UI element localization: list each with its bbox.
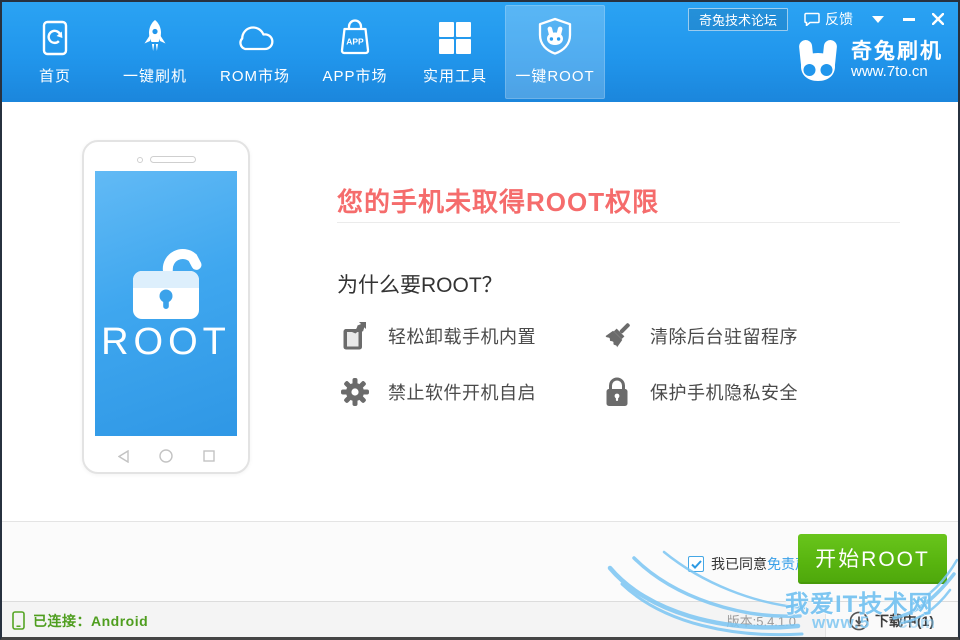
logo-name: 奇兔刷机 [851,40,943,63]
tab-home[interactable]: 首页 [5,5,105,99]
open-lock-icon [116,223,216,329]
tab-flash[interactable]: 一键刷机 [105,5,205,99]
divider [337,222,900,223]
download-button[interactable]: 下载中(1) [825,602,957,639]
tab-rom-market-label: ROM市场 [205,65,305,86]
agree-checkbox[interactable] [688,556,704,572]
root-shield-icon [534,17,576,59]
feature-autostart: 禁止软件开机自启 [339,376,536,408]
rocket-icon [134,17,176,59]
lock-icon [601,376,633,408]
agree-label: 我已同意 [711,554,767,574]
download-circle-icon [849,611,869,631]
tab-rom-market[interactable]: ROM市场 [205,5,305,99]
chevron-down-icon [872,16,884,23]
connected-phone-icon [12,611,25,630]
connection-label: 已连接：Android [33,611,148,631]
forum-button-label: 奇兔技术论坛 [699,10,777,29]
root-status-title: 您的手机未取得ROOT权限 [337,182,659,219]
feature-label: 禁止软件开机自启 [388,379,536,405]
android-home-icon [159,449,173,463]
tab-tools-label: 实用工具 [405,65,505,86]
feedback-button-label: 反馈 [825,9,853,29]
rabbit-logo-icon [794,39,842,81]
tools-grid-icon [434,17,476,59]
titlebar-controls: 奇兔技术论坛 反馈 [688,7,953,31]
gear-icon [339,376,371,408]
phone-illustration: ROOT [82,140,250,474]
phone-top-detail [84,156,248,163]
feature-label: 保护手机隐私安全 [650,379,798,405]
tab-tools[interactable]: 实用工具 [405,5,505,99]
main-nav: 首页 一键刷机 ROM市场 APP APP市场 [5,5,605,99]
status-bar: 已连接：Android 版本:5.4.1.0 下载中(1) [2,601,958,639]
why-root-heading: 为什么要ROOT？ [337,269,503,299]
tab-app-market[interactable]: APP APP市场 [305,5,405,99]
brush-icon [601,320,633,352]
app-logo: 奇兔刷机 www.7to.cn [794,39,943,81]
forum-button[interactable]: 奇兔技术论坛 [688,8,788,31]
main-panel: ROOT 您的手机未取得ROOT权限 为什么要ROOT？ 轻松卸载手机内置 [2,102,958,521]
android-back-icon [118,450,129,463]
android-recents-icon [203,450,215,462]
app-bag-icon: APP [334,17,376,59]
menu-caret-button[interactable] [861,7,895,31]
screen-root-label: ROOT [95,321,237,364]
action-bar: 我已同意 免责声明 开始ROOT [2,521,958,601]
app-window: 首页 一键刷机 ROM市场 APP APP市场 [0,0,960,640]
close-icon [932,13,944,25]
start-root-button[interactable]: 开始ROOT [798,534,947,584]
feature-clean: 清除后台驻留程序 [601,320,798,352]
tab-one-key-root-label: 一键ROOT [505,65,605,86]
tab-flash-label: 一键刷机 [105,65,205,86]
tab-home-label: 首页 [5,65,105,86]
logo-url: www.7to.cn [851,63,943,80]
chat-bubble-icon [804,12,820,26]
connection-status: 已连接：Android [12,602,148,639]
download-label: 下载中(1) [875,611,934,631]
minimize-icon [903,18,915,21]
checkmark-icon [691,560,702,569]
header: 首页 一键刷机 ROM市场 APP APP市场 [2,2,958,102]
feature-label: 轻松卸载手机内置 [388,323,536,349]
feature-label: 清除后台驻留程序 [650,323,798,349]
tab-app-market-label: APP市场 [305,65,405,86]
phone-camera-dot [137,157,143,163]
feature-privacy: 保护手机隐私安全 [601,376,798,408]
cloud-icon [234,17,276,59]
close-button[interactable] [923,7,953,31]
uninstall-icon [339,320,371,352]
feature-uninstall: 轻松卸载手机内置 [339,320,536,352]
version-label: 版本:5.4.1.0 [727,602,796,639]
phone-screen: ROOT [95,171,237,436]
feedback-button[interactable]: 反馈 [796,7,861,31]
svg-text:APP: APP [346,37,364,47]
home-refresh-icon [34,17,76,59]
phone-speaker [150,156,196,163]
phone-nav-buttons [84,449,248,463]
minimize-button[interactable] [895,7,923,31]
tab-one-key-root[interactable]: 一键ROOT [505,5,605,99]
